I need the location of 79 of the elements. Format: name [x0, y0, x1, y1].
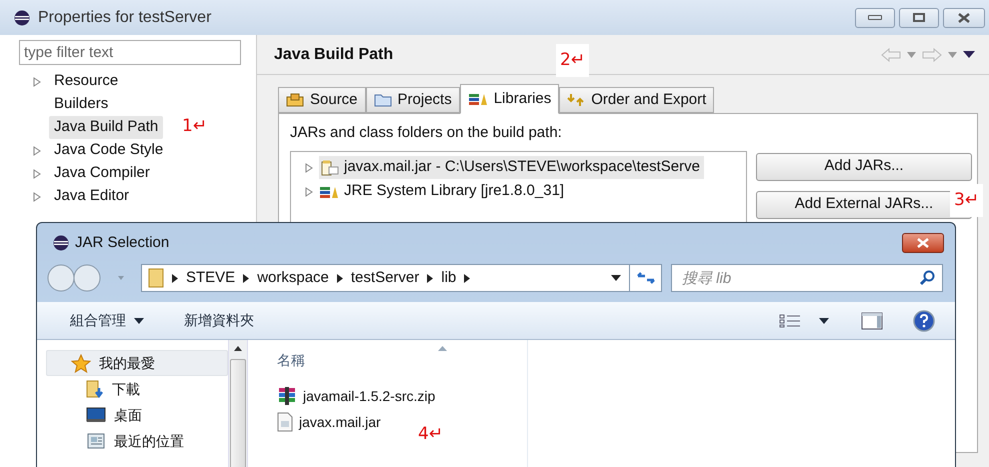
- archive-icon: [277, 386, 297, 406]
- nav-item[interactable]: 我的最愛: [46, 350, 228, 376]
- sort-arrow-icon: [438, 346, 447, 351]
- tree-item[interactable]: Java Compiler: [49, 162, 155, 185]
- jar-icon: [319, 160, 339, 176]
- refresh-icon: [636, 271, 656, 285]
- tree-item[interactable]: Java Code Style: [49, 139, 168, 162]
- file-item[interactable]: javax.mail.jar: [277, 411, 381, 433]
- arrows-icon: [567, 93, 586, 107]
- tab[interactable]: Order and Export: [559, 87, 714, 113]
- caret-icon: [134, 318, 144, 324]
- nav-item[interactable]: 下載: [46, 376, 228, 402]
- library-item[interactable]: javax.mail.jar - C:\Users\STEVE\workspace\testServe: [319, 156, 704, 179]
- package-icon: [286, 93, 304, 107]
- tab[interactable]: Source: [278, 87, 366, 113]
- tree-item[interactable]: Resource: [49, 70, 124, 93]
- tab[interactable]: Libraries: [460, 84, 560, 114]
- tree-item[interactable]: Java Editor: [49, 185, 134, 208]
- annotation-number: 2↵: [556, 44, 590, 77]
- address-bar[interactable]: STEVE workspace testServer lib: [141, 264, 662, 292]
- maximize-button[interactable]: [899, 8, 939, 28]
- tree-item[interactable]: Builders: [49, 93, 114, 116]
- breadcrumb-item[interactable]: testServer: [350, 266, 420, 290]
- filter-field[interactable]: type filter text: [19, 40, 241, 65]
- dialog-title: JAR Selection: [75, 232, 170, 253]
- window-title: Properties for testServer: [38, 8, 212, 28]
- view-options-icon[interactable]: [779, 314, 801, 328]
- file-item[interactable]: javamail-1.5.2-src.zip: [277, 385, 436, 407]
- toolbar-button[interactable]: 組合管理: [70, 310, 144, 331]
- expand-icon[interactable]: [33, 76, 41, 86]
- page-title: Java Build Path: [274, 44, 394, 64]
- menu-caret-icon[interactable]: [963, 51, 975, 58]
- search-field[interactable]: 搜尋 lib: [671, 264, 943, 292]
- eclipse-icon: [14, 10, 30, 26]
- folder-icon: [374, 93, 392, 107]
- minimize-button[interactable]: [855, 8, 895, 28]
- breadcrumb-item[interactable]: lib: [441, 266, 456, 290]
- search-icon: [919, 270, 935, 286]
- file-icon: [277, 412, 293, 432]
- scrollbar[interactable]: [228, 340, 248, 467]
- breadcrumb-item[interactable]: STEVE: [186, 266, 236, 290]
- dropdown-icon[interactable]: [611, 275, 621, 281]
- close-icon: [916, 238, 930, 248]
- chevron-icon[interactable]: [336, 274, 343, 282]
- chevron-icon[interactable]: [172, 274, 178, 282]
- chevron-icon[interactable]: [464, 274, 470, 282]
- folder-icon: [148, 268, 164, 288]
- tree-item[interactable]: Java Build Path: [49, 116, 164, 139]
- action-button[interactable]: Add JARs...: [756, 152, 972, 180]
- chevron-icon[interactable]: [243, 274, 250, 282]
- chevron-icon[interactable]: [427, 274, 434, 282]
- books-icon: [468, 92, 488, 106]
- expand-icon[interactable]: [33, 192, 41, 202]
- close-button[interactable]: [943, 8, 985, 28]
- section-label: JARs and class folders on the build path:: [290, 123, 563, 143]
- tab[interactable]: Projects: [366, 87, 460, 113]
- download-folder-icon: [86, 380, 104, 398]
- library-item[interactable]: JRE System Library [jre1.8.0_31]: [319, 180, 568, 203]
- expand-icon[interactable]: [33, 168, 41, 178]
- desktop-icon: [86, 407, 106, 423]
- annotation-number: 3↵: [950, 184, 984, 217]
- recent-places-icon: [86, 432, 106, 450]
- star-icon: [71, 354, 91, 372]
- nav-item[interactable]: 桌面: [46, 402, 228, 428]
- close-icon: [957, 12, 971, 22]
- nav-item[interactable]: 最近的位置: [46, 428, 228, 454]
- breadcrumb-item[interactable]: workspace: [257, 266, 329, 290]
- column-header[interactable]: 名稱: [277, 350, 305, 371]
- expand-icon[interactable]: [33, 146, 41, 156]
- scroll-up-icon[interactable]: [234, 346, 242, 351]
- expand-icon[interactable]: [305, 162, 313, 172]
- toolbar-button[interactable]: 新增資料夾: [184, 310, 254, 331]
- books-icon: [319, 184, 339, 198]
- expand-icon[interactable]: [305, 186, 313, 196]
- preview-pane-icon[interactable]: [861, 312, 883, 330]
- eclipse-icon: [53, 235, 69, 251]
- close-button[interactable]: [902, 233, 944, 253]
- caret-icon[interactable]: [819, 318, 829, 324]
- help-icon[interactable]: [913, 310, 935, 332]
